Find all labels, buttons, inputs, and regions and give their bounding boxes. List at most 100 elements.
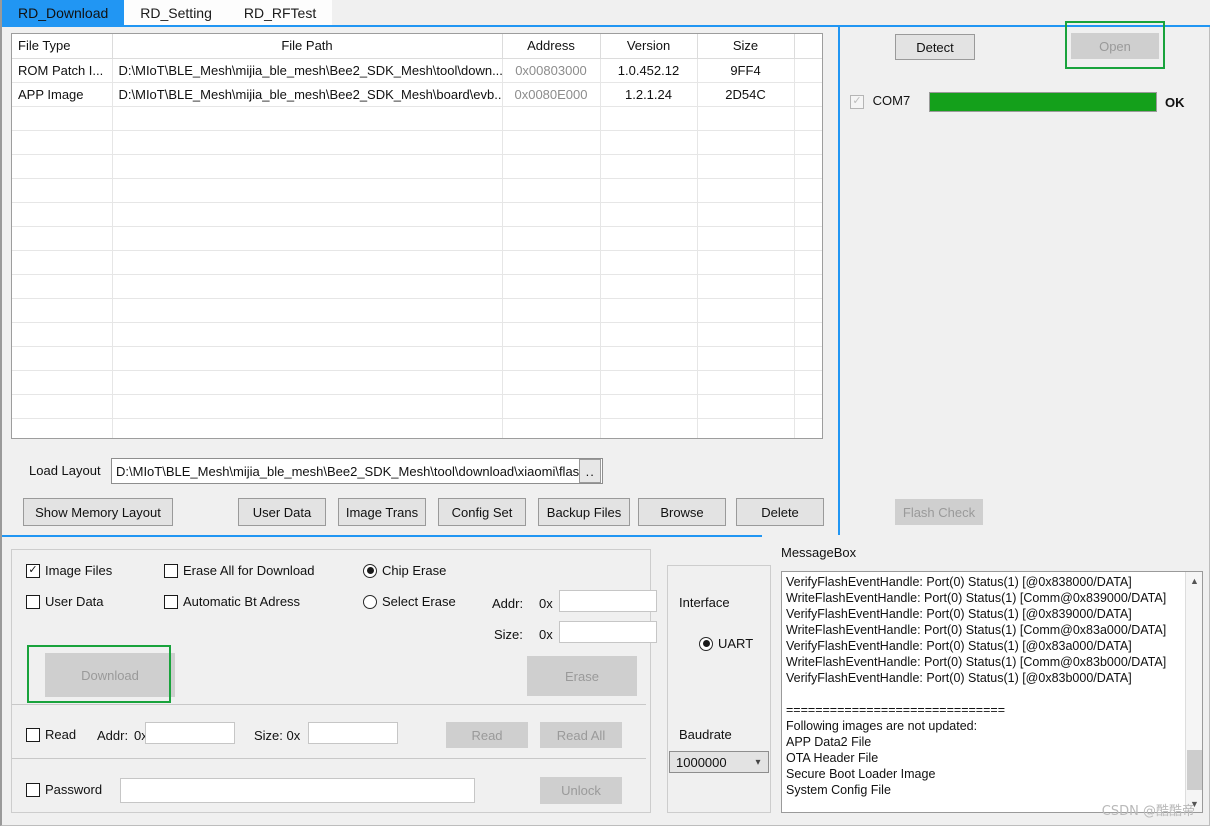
cell-empty — [697, 154, 795, 179]
erase-all-for-download-label: Erase All for Download — [183, 563, 315, 578]
automatic-bt-adress-checkbox[interactable] — [164, 594, 178, 609]
read-checkbox-row[interactable]: Read — [26, 727, 76, 742]
table-row-empty[interactable] — [12, 274, 822, 299]
cell-empty — [600, 418, 698, 438]
load-layout-row: Load Layout D:\MIoT\BLE_Mesh\mijia_ble_m… — [2, 458, 832, 486]
table-row-empty[interactable] — [12, 106, 822, 131]
load-layout-input[interactable]: D:\MIoT\BLE_Mesh\mijia_ble_mesh\Bee2_SDK… — [111, 458, 603, 484]
cell-empty — [697, 418, 795, 438]
unlock-button[interactable]: Unlock — [540, 777, 622, 804]
table-row[interactable]: ROM Patch I... D:\MIoT\BLE_Mesh\mijia_bl… — [12, 58, 822, 83]
load-layout-browse-button[interactable]: .. — [579, 459, 601, 483]
download-button-highlight — [27, 645, 171, 703]
table-row-empty[interactable] — [12, 418, 822, 438]
erase-button[interactable]: Erase — [527, 656, 637, 696]
cell-empty — [112, 274, 503, 299]
column-header-version[interactable]: Version — [600, 34, 698, 59]
cell-file-type: ROM Patch I... — [12, 58, 113, 83]
select-erase-radio-row[interactable]: Select Erase — [363, 594, 456, 609]
user-data-checkbox-row[interactable]: User Data — [26, 594, 104, 609]
delete-button[interactable]: Delete — [736, 498, 824, 526]
message-box-scrollbar[interactable]: ▲ ▼ — [1185, 572, 1202, 812]
options-divider-2 — [12, 758, 646, 759]
chevron-up-icon[interactable]: ▲ — [1186, 572, 1202, 589]
table-row-empty[interactable] — [12, 322, 822, 347]
column-header-address[interactable]: Address — [502, 34, 601, 59]
cell-empty — [794, 298, 822, 323]
table-row-empty[interactable] — [12, 250, 822, 275]
table-row[interactable]: APP Image D:\MIoT\BLE_Mesh\mijia_ble_mes… — [12, 82, 822, 107]
table-row-empty[interactable] — [12, 394, 822, 419]
table-row-empty[interactable] — [12, 370, 822, 395]
table-row-empty[interactable] — [12, 226, 822, 251]
tab-rd-download[interactable]: RD_Download — [2, 0, 125, 25]
erase-all-checkbox-row[interactable]: Erase All for Download — [164, 563, 315, 578]
table-row-empty[interactable] — [12, 154, 822, 179]
uart-radio-row[interactable]: UART — [699, 636, 753, 651]
table-row-empty[interactable] — [12, 178, 822, 203]
cell-empty — [794, 106, 822, 131]
file-table-container[interactable]: File Type File Path Address Version Size… — [11, 33, 823, 439]
show-memory-layout-button[interactable]: Show Memory Layout — [23, 498, 173, 526]
browse-button[interactable]: Browse — [638, 498, 726, 526]
tab-rd-setting[interactable]: RD_Setting — [124, 0, 228, 25]
table-row-empty[interactable] — [12, 202, 822, 227]
detect-button[interactable]: Detect — [895, 34, 975, 60]
read-size-label: Size: 0x — [254, 728, 301, 743]
baudrate-select[interactable]: 1000000 ▾ — [669, 751, 769, 773]
image-trans-button[interactable]: Image Trans — [338, 498, 426, 526]
password-checkbox[interactable] — [26, 782, 40, 797]
cell-empty — [12, 130, 113, 155]
read-button[interactable]: Read — [446, 722, 528, 748]
message-box[interactable]: VerifyFlashEventHandle: Port(0) Status(1… — [781, 571, 1203, 813]
select-erase-radio[interactable] — [363, 594, 377, 609]
options-divider-1 — [12, 704, 646, 705]
read-addr-input[interactable] — [145, 722, 235, 744]
erase-size-label: Size: — [494, 627, 523, 642]
chip-erase-radio[interactable] — [363, 563, 377, 578]
column-header-file-path[interactable]: File Path — [112, 34, 503, 59]
cell-empty — [12, 226, 113, 251]
backup-files-button[interactable]: Backup Files — [538, 498, 630, 526]
cell-empty — [502, 346, 601, 371]
tab-bar: RD_Download RD_Setting RD_RFTest — [2, 0, 1210, 25]
cell-empty — [600, 154, 698, 179]
com-port-checkbox[interactable]: ✓ — [850, 94, 864, 109]
uart-radio[interactable] — [699, 636, 713, 651]
user-data-button[interactable]: User Data — [238, 498, 326, 526]
cell-empty — [600, 274, 698, 299]
chip-erase-radio-row[interactable]: Chip Erase — [363, 563, 446, 578]
read-all-button[interactable]: Read All — [540, 722, 622, 748]
cell-empty — [600, 178, 698, 203]
chevron-down-icon: ▾ — [755, 756, 761, 768]
table-row-empty[interactable] — [12, 298, 822, 323]
read-checkbox[interactable] — [26, 727, 40, 742]
erase-addr-prefix: 0x — [539, 596, 553, 611]
scrollbar-thumb[interactable] — [1187, 750, 1202, 790]
image-files-checkbox-row[interactable]: ✓ Image Files — [26, 563, 112, 578]
column-header-file-type[interactable]: File Type — [12, 34, 113, 59]
erase-all-for-download-checkbox[interactable] — [164, 563, 178, 578]
flash-check-button[interactable]: Flash Check — [895, 499, 983, 525]
erase-size-input[interactable] — [559, 621, 657, 643]
cell-empty — [697, 322, 795, 347]
cell-empty — [502, 202, 601, 227]
read-size-input[interactable] — [308, 722, 398, 744]
password-input[interactable] — [120, 778, 475, 803]
image-files-checkbox[interactable]: ✓ — [26, 563, 40, 578]
config-set-button[interactable]: Config Set — [438, 498, 526, 526]
table-row-empty[interactable] — [12, 346, 822, 371]
password-checkbox-row[interactable]: Password — [26, 782, 102, 797]
open-button[interactable]: Open — [1071, 33, 1159, 59]
cell-address: 0x0080E000 — [502, 82, 601, 107]
automatic-bt-adress-checkbox-row[interactable]: Automatic Bt Adress — [164, 594, 300, 609]
cell-empty — [697, 226, 795, 251]
column-header-size[interactable]: Size — [697, 34, 795, 59]
cell-empty — [502, 250, 601, 275]
cell-empty — [600, 370, 698, 395]
user-data-checkbox[interactable] — [26, 594, 40, 609]
table-row-empty[interactable] — [12, 130, 822, 155]
erase-addr-input[interactable] — [559, 590, 657, 612]
cell-empty — [794, 322, 822, 347]
tab-rd-rftest[interactable]: RD_RFTest — [227, 0, 333, 25]
